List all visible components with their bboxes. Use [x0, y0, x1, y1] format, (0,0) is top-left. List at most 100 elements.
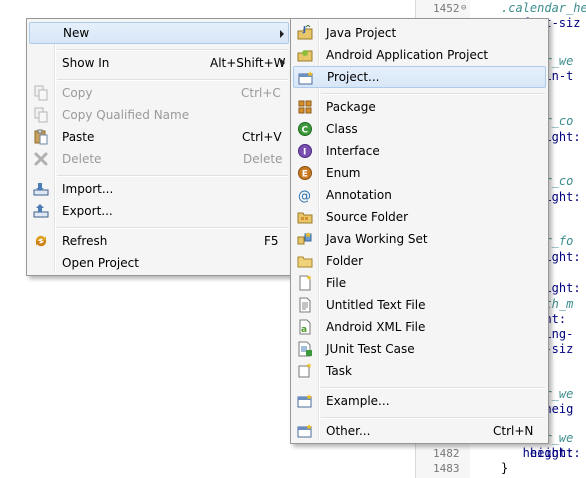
menu-item-file[interactable]: File	[293, 272, 546, 294]
menu-item-label: Untitled Text File	[326, 298, 426, 312]
menu-item-label: New	[63, 26, 90, 40]
menu-item-task[interactable]: Task	[293, 360, 546, 382]
menu-item-paste[interactable]: Paste Ctrl+V	[29, 126, 289, 148]
delete-icon	[33, 151, 49, 167]
menu-item-source-folder[interactable]: Source Folder	[293, 206, 546, 228]
menu-item-label: Java Project	[326, 26, 397, 40]
menu-item-label: Java Working Set	[326, 232, 428, 246]
menu-item-folder[interactable]: Folder	[293, 250, 546, 272]
java-project-icon: J	[297, 25, 313, 41]
svg-text:I: I	[303, 148, 306, 158]
menu-item-label: Example...	[326, 394, 390, 408]
menu-item-label: Paste	[62, 130, 95, 144]
menu-item-export[interactable]: Export...	[29, 200, 289, 222]
menu-item-refresh[interactable]: Refresh F5	[29, 230, 289, 252]
menu-item-label: Android Application Project	[326, 48, 489, 62]
android-xml-file-icon: a	[297, 319, 313, 335]
text-file-icon	[297, 297, 313, 313]
copy-icon	[33, 85, 49, 101]
code-text: .calendar_he	[501, 1, 586, 15]
export-icon	[33, 203, 49, 219]
menu-item-java-project[interactable]: J Java Project	[293, 22, 546, 44]
menu-item-interface[interactable]: I Interface	[293, 140, 546, 162]
shortcut-label: F5	[264, 234, 279, 248]
menu-item-label: Import...	[62, 182, 114, 196]
import-icon	[33, 181, 49, 197]
menu-item-enum[interactable]: E Enum	[293, 162, 546, 184]
menu-item-example[interactable]: Example...	[293, 390, 546, 412]
folder-icon	[297, 253, 313, 269]
code-text: height:	[501, 446, 574, 460]
paste-icon	[33, 129, 49, 145]
menu-item-delete[interactable]: Delete Delete	[29, 148, 289, 170]
menu-item-project[interactable]: Project...	[293, 66, 546, 88]
menu-item-label: Folder	[326, 254, 364, 268]
file-icon	[297, 275, 313, 291]
class-icon: C	[297, 121, 313, 137]
source-folder-icon	[297, 209, 313, 225]
menu-item-label: Refresh	[62, 234, 108, 248]
copy-icon	[33, 107, 49, 123]
shortcut-label: Delete	[243, 152, 283, 166]
menu-item-annotation[interactable]: @ Annotation	[293, 184, 546, 206]
shortcut-label: Ctrl+C	[241, 86, 281, 100]
svg-text:C: C	[302, 126, 309, 136]
menu-item-java-working-set[interactable]: Java Working Set	[293, 228, 546, 250]
code-line: 1483}	[415, 461, 586, 476]
menu-item-label: Other...	[326, 424, 371, 438]
line-number: 1483	[433, 462, 460, 475]
junit-icon	[297, 341, 313, 357]
menu-item-copy-qualified-name[interactable]: Copy Qualified Name	[29, 104, 289, 126]
menu-item-copy[interactable]: Copy Ctrl+C	[29, 82, 289, 104]
menu-item-android-application-project[interactable]: Android Application Project	[293, 44, 546, 66]
shortcut-label: Ctrl+V	[242, 130, 282, 144]
menu-item-untitled-text-file[interactable]: Untitled Text File	[293, 294, 546, 316]
menu-item-label: File	[326, 276, 347, 290]
svg-text:E: E	[302, 170, 308, 180]
submenu-arrow-icon	[281, 59, 285, 67]
menu-item-label: Delete	[62, 152, 102, 166]
example-icon	[297, 393, 313, 409]
menu-item-label: Package	[326, 100, 376, 114]
menu-item-label: Copy	[62, 86, 93, 100]
new-project-icon	[298, 70, 314, 86]
menu-item-label: Android XML File	[326, 320, 426, 334]
refresh-icon	[33, 233, 49, 249]
menu-item-label: Class	[326, 122, 358, 136]
svg-text:@: @	[298, 189, 311, 203]
submenu-arrow-icon	[280, 30, 284, 38]
working-set-icon	[297, 231, 313, 247]
interface-icon: I	[297, 143, 313, 159]
menu-item-label: Open Project	[62, 256, 139, 270]
menu-item-label: Interface	[326, 144, 380, 158]
enum-icon: E	[297, 165, 313, 181]
annotation-icon: @	[297, 187, 313, 203]
menu-item-other[interactable]: Other... Ctrl+N	[293, 420, 546, 442]
task-icon	[297, 363, 313, 379]
code-text: }	[501, 461, 509, 475]
menu-item-label: Project...	[327, 70, 380, 84]
code-line: 1452 ⊖ .calendar_he	[415, 1, 586, 16]
menu-item-android-xml-file[interactable]: a Android XML File	[293, 316, 546, 338]
menu-item-label: Show In	[62, 56, 110, 70]
menu-item-label: Task	[326, 364, 352, 378]
menu-item-import[interactable]: Import...	[29, 178, 289, 200]
svg-text:J: J	[302, 25, 306, 34]
menu-item-show-in[interactable]: Show In Alt+Shift+W	[29, 52, 289, 74]
new-submenu: J Java Project Android Application Proje…	[290, 18, 549, 444]
other-wizard-icon	[297, 423, 313, 439]
package-icon	[297, 99, 313, 115]
fold-toggle-icon[interactable]: ⊖	[461, 1, 466, 16]
menu-item-label: JUnit Test Case	[326, 342, 415, 356]
shortcut-label: Ctrl+N	[493, 424, 534, 438]
context-menu: New Show In Alt+Shift+W Copy Ctrl+C Copy…	[26, 18, 292, 276]
menu-item-class[interactable]: C Class	[293, 118, 546, 140]
menu-item-label: Export...	[62, 204, 113, 218]
line-number: 1482	[433, 447, 460, 460]
menu-item-package[interactable]: Package	[293, 96, 546, 118]
menu-item-open-project[interactable]: Open Project	[29, 252, 289, 274]
menu-item-junit-test-case[interactable]: JUnit Test Case	[293, 338, 546, 360]
menu-item-new[interactable]: New	[29, 22, 289, 44]
menu-item-label: Copy Qualified Name	[62, 108, 190, 122]
line-number: 1452	[433, 2, 460, 15]
